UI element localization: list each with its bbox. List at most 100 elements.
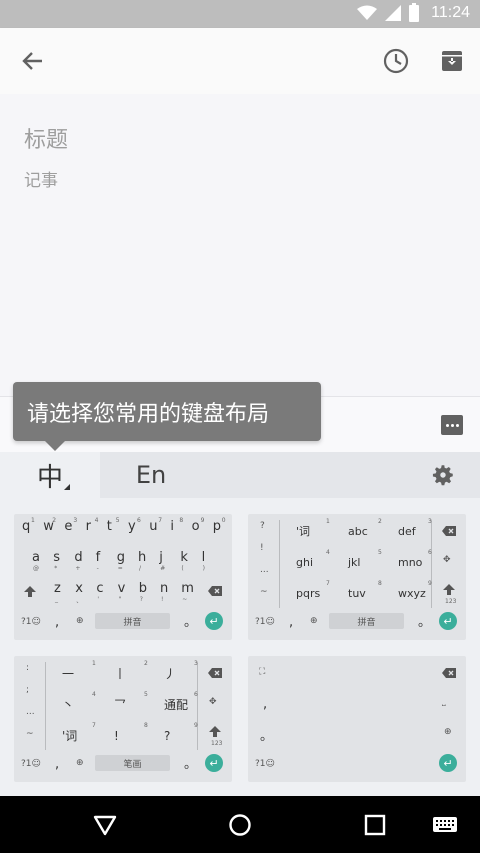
space-key: 笔画 (95, 755, 170, 771)
status-time: 11:24 (431, 4, 470, 21)
layout-stroke-card[interactable]: :;... ~ 一 1 丨 2 丿 3 丶 4 乛 5 通配 6 '词 7! 8? 9 ✥ 123 ?1☺, ⊕ 笔画。 ↵ (14, 656, 232, 782)
keyboard-language-tabs: 中 En (0, 452, 480, 498)
side-key: , (263, 697, 268, 712)
note-editor: 标题 记事 (0, 94, 480, 396)
nav-recents-button[interactable] (360, 810, 390, 840)
side-key: : (26, 663, 30, 673)
key-t: t (106, 519, 112, 534)
grid-key-number: 2 (378, 518, 382, 525)
symbol-key: ?1☺ (21, 617, 41, 627)
space-bar-icon: ⎵ (442, 697, 446, 707)
grid-key: mno (398, 556, 423, 569)
side-key: ... (260, 565, 269, 575)
grid-key-number: 5 (144, 691, 148, 698)
gear-icon[interactable] (430, 462, 456, 488)
key-hint: + (75, 565, 81, 572)
enter-key-icon: ↵ (439, 612, 457, 630)
grid-key: 丿 (164, 667, 177, 681)
app-bar (0, 28, 480, 94)
key-m: m (181, 581, 194, 596)
key-hint: @ (33, 565, 39, 572)
back-button[interactable] (13, 41, 53, 81)
nav-back-button[interactable] (90, 810, 120, 840)
side-key: ~ (26, 729, 34, 739)
grid-key: jkl (348, 556, 361, 569)
grid-key-number: 5 (378, 549, 382, 556)
grid-key-number: 6 (194, 691, 198, 698)
key-o: o (191, 519, 200, 534)
key-hint: " (118, 596, 122, 603)
key-q: q (22, 519, 31, 534)
key-hint: 1 (31, 517, 35, 524)
cursor-move-icon: ✥ (209, 697, 217, 707)
key-hint: 7 (158, 517, 163, 524)
navigation-bar (0, 796, 480, 853)
key-g: g (116, 550, 126, 565)
tab-english[interactable]: En (120, 452, 182, 498)
globe-icon: ⊕ (444, 727, 452, 737)
nav-home-button[interactable] (225, 810, 255, 840)
tooltip-text: 请选择您常用的键盘布局 (27, 401, 270, 427)
key-hint: ) (202, 565, 205, 572)
key-y: y (128, 519, 136, 534)
grid-key: pqrs (296, 587, 321, 600)
side-key: ; (26, 685, 30, 695)
comma-key: , (55, 757, 60, 772)
shift-icon (443, 584, 455, 595)
grid-key-number: 2 (144, 660, 148, 667)
key-a: a (32, 550, 40, 565)
clock-icon (383, 48, 409, 74)
enter-key-icon: ↵ (205, 754, 223, 772)
wifi-icon (357, 5, 378, 20)
key-hint: 0 (221, 517, 226, 524)
globe-icon: ⊕ (76, 616, 84, 626)
symbol-key: ?1☺ (255, 759, 275, 769)
grid-key: wxyz (398, 587, 426, 600)
layout-hint-tooltip: 请选择您常用的键盘布局 (13, 382, 321, 451)
cursor-move-icon: ✥ (443, 555, 451, 565)
space-key: 拼音 (95, 613, 170, 629)
period-key: 。 (184, 615, 198, 630)
tab-chinese[interactable]: 中 (0, 452, 100, 498)
key-hint: ? (139, 596, 143, 603)
key-s: s (53, 550, 60, 565)
divider (197, 662, 198, 750)
key-hint: ! (161, 596, 164, 603)
archive-button[interactable] (432, 41, 472, 81)
enter-key-icon: ↵ (205, 612, 223, 630)
space-key: 拼音 (329, 613, 404, 629)
keyboard-switch-button[interactable] (430, 810, 460, 840)
key-r: r (85, 519, 91, 534)
key-j: j (159, 550, 163, 565)
more-options-button[interactable] (441, 415, 463, 435)
enter-key-icon: ↵ (439, 754, 457, 772)
reminder-button[interactable] (376, 41, 416, 81)
key-hint: 8 (179, 517, 184, 524)
side-key: ~ (260, 587, 268, 597)
signal-icon (385, 5, 402, 21)
globe-icon: ⊕ (310, 616, 318, 626)
layout-nine-key-card[interactable]: ?!... ~ '词 1 abc 2 def 3 ghi 4 jkl 5 mno 6 pqrs 7 tuv 8 wx… (248, 514, 466, 640)
grid-key-number: 7 (326, 580, 330, 587)
divider (431, 520, 432, 608)
note-body-field[interactable]: 记事 (24, 166, 58, 191)
grid-key: def (398, 525, 416, 538)
grid-key: '词 (62, 729, 78, 743)
layout-qwerty-card[interactable]: q 1 w 2 e 3 r 4 t 5 y 6 u 7 i 8 o 9 p 0 a @ s * d + f - g = h / j # k(l) z _… (14, 514, 232, 640)
key-hint: 9 (200, 517, 205, 524)
side-key: ! (260, 543, 264, 553)
grid-key-number: 6 (428, 549, 432, 556)
layout-handwriting-card[interactable]: ⛶, 。 ?1☺ ⎵ ⊕ ↵ (248, 656, 466, 782)
grid-key-number: 9 (194, 722, 198, 729)
key-f: f (95, 550, 101, 565)
more-dot-icon (450, 423, 454, 427)
comma-key: , (289, 615, 294, 630)
key-hint: 6 (137, 517, 141, 524)
title-field[interactable]: 标题 (24, 122, 68, 154)
key-hint: # (160, 565, 166, 572)
grid-key: 丨 (114, 667, 127, 681)
key-n: n (160, 581, 169, 596)
key-z: z (54, 581, 61, 596)
comma-key: , (55, 615, 60, 630)
grid-key: 乛 (114, 698, 127, 712)
